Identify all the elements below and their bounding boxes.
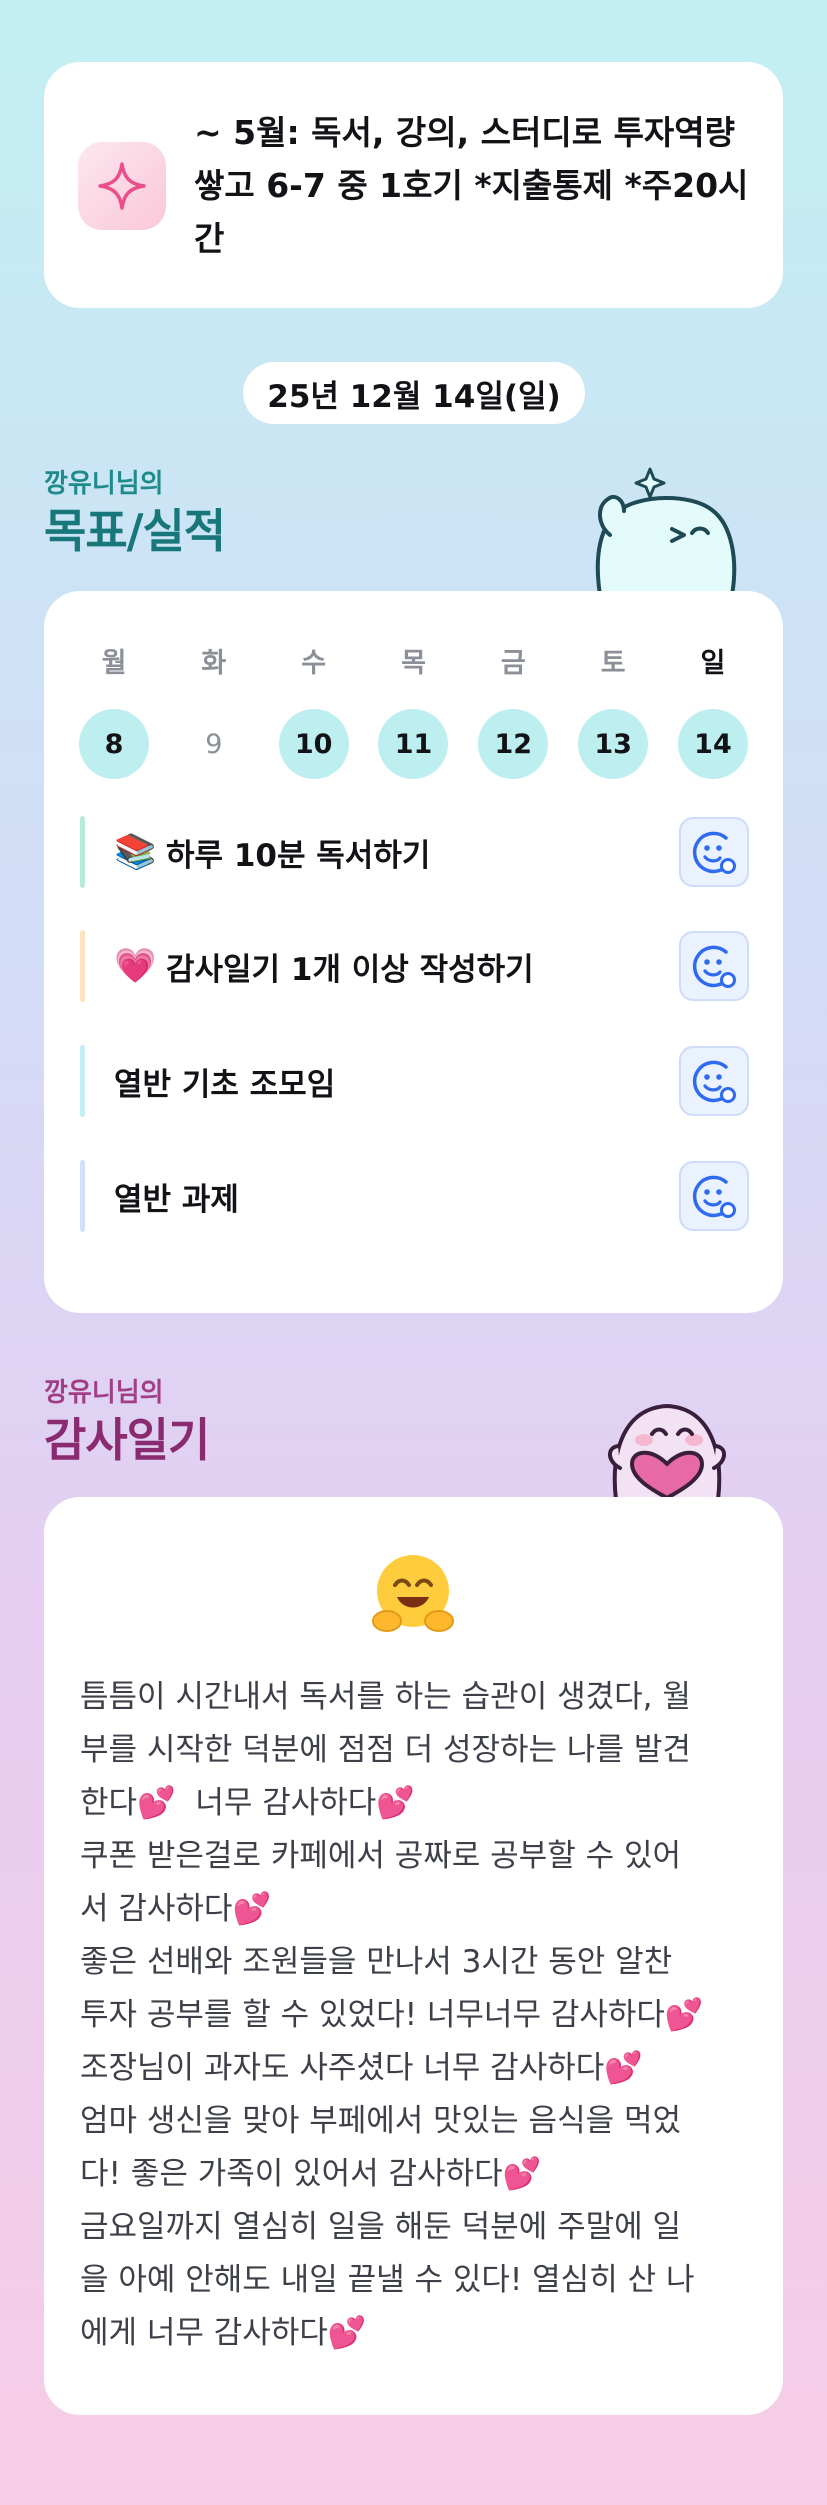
mascot-cyan-illustration	[580, 455, 750, 597]
smiley-add-icon[interactable]	[679, 1161, 749, 1231]
gratitude-line: 쿠폰 받은걸로 카페에서 공짜로 공부할 수 있어	[80, 1838, 682, 1874]
week-day-0[interactable]: 월8	[78, 641, 150, 779]
day-date-circle[interactable]: 14	[677, 709, 748, 779]
gratitude-line: 을 아예 안해도 내일 끝낼 수 있다! 열심히 산 나	[80, 2262, 695, 2298]
day-name-label: 목	[401, 648, 426, 679]
gratitude-line: 조장님이 과자도 사주셨다 너무 감사하다💕	[80, 2050, 643, 2086]
gratitude-line: 투자 공부를 할 수 있었다! 너무너무 감사하다💕	[80, 1997, 704, 2033]
day-date-circle[interactable]: 10	[278, 709, 349, 779]
hugging-face-icon	[367, 1549, 459, 1641]
smiley-add-icon[interactable]	[679, 931, 749, 1001]
task-color-bar	[80, 1160, 85, 1232]
week-day-5[interactable]: 토 13	[577, 641, 649, 779]
gratitude-line: 금요일까지 열심히 일을 해둔 덕분에 주말에 일	[80, 2209, 682, 2245]
goal-banner-card[interactable]: ~ 5월: 독서, 강의, 스터디로 투자역량 쌓고 6-7 중 1호기 *지출…	[44, 62, 783, 308]
week-day-4[interactable]: 금 12	[477, 641, 549, 779]
week-day-3[interactable]: 목 11	[377, 641, 449, 779]
day-name-label: 일	[700, 648, 726, 679]
gratitude-line: 서 감사하다💕	[80, 1891, 272, 1927]
gratitude-diary-card[interactable]: 틈틈이 시간내서 독서를 하는 습관이 생겼다, 월부를 시작한 덕분에 점점 …	[44, 1497, 783, 2415]
day-date-circle[interactable]: 9	[179, 709, 249, 779]
date-selector[interactable]: 25년 12월 14일(일)	[243, 362, 585, 424]
goal-task-row[interactable]: 📚 하루 10분 독서하기	[80, 816, 749, 888]
task-color-bar	[80, 816, 85, 888]
heart-icon: 💗	[114, 946, 157, 986]
day-name-label: 수	[301, 648, 327, 679]
week-day-strip: 월 8 화 9 수 10 목 11 금 12 토 13 일 14	[78, 641, 749, 779]
gratitude-line: 한다💕 너무 감사하다💕	[80, 1785, 415, 1821]
books-icon: 📚	[114, 832, 157, 872]
goals-section-title: 목표/실적	[44, 504, 226, 558]
day-name-label: 토	[600, 648, 626, 679]
task-label: 감사일기 1개 이상 작성하기	[166, 951, 534, 988]
week-day-1[interactable]: 화9	[178, 641, 250, 779]
gratitude-line: 다! 좋은 가족이 있어서 감사하다💕	[80, 2156, 542, 2192]
goal-banner-text: ~ 5월: 독서, 강의, 스터디로 투자역량 쌓고 6-7 중 1호기 *지출…	[194, 113, 749, 258]
goal-task-row[interactable]: 열반 기초 조모임	[80, 1045, 749, 1117]
goal-task-row[interactable]: 열반 과제	[80, 1160, 749, 1232]
task-label: 열반 과제	[114, 1181, 239, 1218]
smiley-add-icon[interactable]	[679, 817, 749, 887]
gratitude-line: 틈틈이 시간내서 독서를 하는 습관이 생겼다, 월	[80, 1679, 691, 1715]
day-name-label: 금	[500, 648, 526, 679]
day-date-circle[interactable]: 8	[79, 709, 149, 779]
gratitude-line: 에게 너무 감사하다💕	[80, 2315, 367, 2351]
day-date-circle[interactable]: 12	[478, 709, 549, 779]
gratitude-diary-text: 틈틈이 시간내서 독서를 하는 습관이 생겼다, 월부를 시작한 덕분에 점점 …	[80, 1671, 760, 2360]
gratitude-line: 좋은 선배와 조원들을 만나서 3시간 동안 알찬	[80, 1944, 673, 1980]
day-date-circle[interactable]: 13	[578, 709, 649, 779]
sparkle-icon	[78, 142, 166, 230]
weekly-goals-card: 월 8 화 9 수 10 목 11 금 12 토 13 일 14 📚 하루 10분 독서하기 💗 감사일기 1개…	[44, 591, 783, 1313]
day-name-label: 화	[201, 648, 227, 679]
smiley-add-icon[interactable]	[679, 1046, 749, 1116]
gratitude-line: 부를 시작한 덕분에 점점 더 성장하는 나를 발견	[80, 1732, 691, 1768]
goal-task-row[interactable]: 💗 감사일기 1개 이상 작성하기	[80, 930, 749, 1002]
day-name-label: 월	[101, 648, 127, 679]
gratitude-section-title: 감사일기	[44, 1413, 210, 1467]
mascot-pink-heart-illustration	[582, 1368, 752, 1502]
week-day-6[interactable]: 일 14	[677, 641, 749, 779]
gratitude-line: 엄마 생신을 맞아 부페에서 맛있는 음식을 먹었	[80, 2103, 682, 2139]
week-day-2[interactable]: 수 10	[278, 641, 350, 779]
task-color-bar	[80, 930, 85, 1002]
task-label: 하루 10분 독서하기	[166, 837, 431, 874]
task-color-bar	[80, 1045, 85, 1117]
task-label: 열반 기초 조모임	[114, 1066, 336, 1103]
day-date-circle[interactable]: 11	[378, 709, 449, 779]
